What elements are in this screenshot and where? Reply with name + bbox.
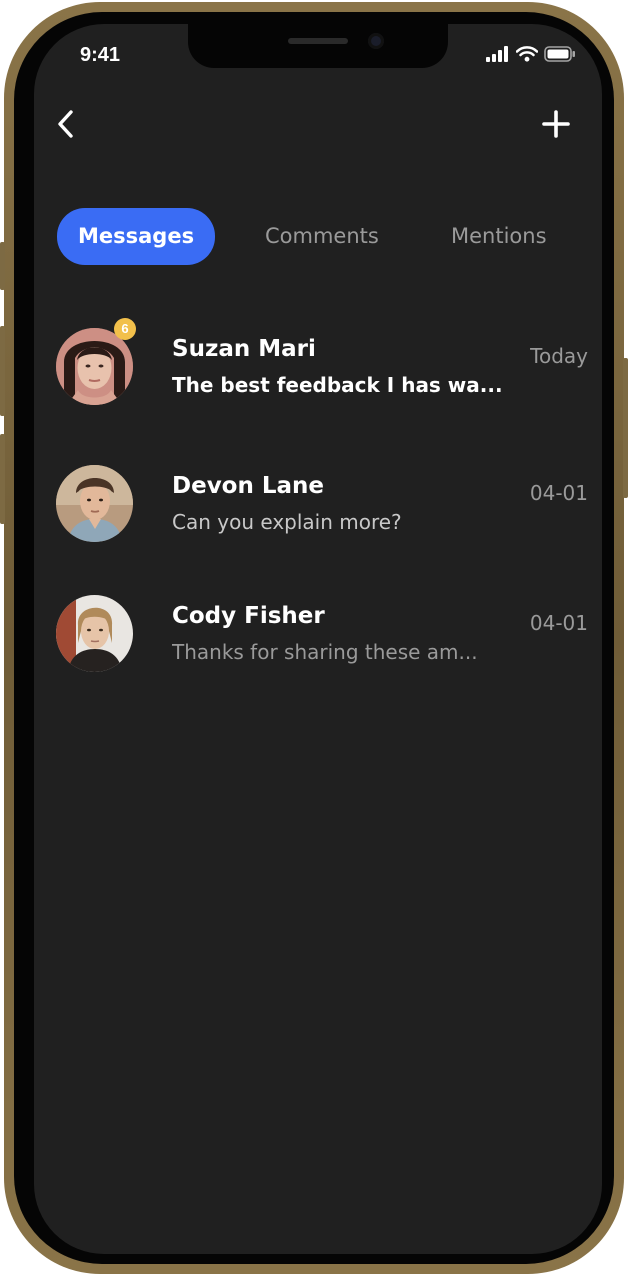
avatar <box>56 465 133 542</box>
conversation-item[interactable]: Cody Fisher 04-01 Thanks for sharing the… <box>56 595 588 675</box>
volume-up-button <box>0 326 5 416</box>
tab-mentions[interactable]: Mentions <box>451 208 547 265</box>
status-time: 9:41 <box>80 44 121 66</box>
app-screen: 9:41 Messages Comments Mentions 6 Suzan … <box>34 24 602 1254</box>
status-icons <box>486 46 576 62</box>
message-preview: Can you explain more? <box>172 510 402 534</box>
mute-switch <box>0 242 5 290</box>
unread-badge: 6 <box>114 318 136 340</box>
notch <box>188 24 448 68</box>
signal-icon <box>486 46 508 62</box>
tab-messages[interactable]: Messages <box>57 208 216 265</box>
front-camera <box>368 33 384 49</box>
battery-icon <box>544 46 575 62</box>
tab-bar: Messages Comments Mentions <box>57 208 588 265</box>
contact-name: Suzan Mari <box>172 336 316 362</box>
chevron-left-icon <box>58 110 73 138</box>
message-date: 04-01 <box>529 481 588 505</box>
conversation-item[interactable]: Devon Lane 04-01 Can you explain more? <box>56 465 588 545</box>
plus-icon <box>542 110 570 138</box>
new-message-button[interactable] <box>542 110 570 138</box>
avatar <box>56 595 133 672</box>
volume-down-button <box>0 434 5 524</box>
message-preview: Thanks for sharing these am... <box>172 640 478 664</box>
message-date: 04-01 <box>529 611 588 635</box>
conversation-item[interactable]: 6 Suzan Mari Today The best feedback I h… <box>56 318 588 408</box>
back-button[interactable] <box>52 106 82 142</box>
tab-comments[interactable]: Comments <box>265 208 379 265</box>
wifi-icon <box>516 46 538 62</box>
phone-frame: 9:41 Messages Comments Mentions 6 Suzan … <box>0 2 628 1274</box>
power-button <box>623 358 628 498</box>
speaker-grille <box>288 38 348 44</box>
contact-name: Cody Fisher <box>172 603 325 629</box>
message-preview: The best feedback I has wa... <box>172 373 503 397</box>
message-date: Today <box>530 344 588 368</box>
contact-name: Devon Lane <box>172 473 325 499</box>
